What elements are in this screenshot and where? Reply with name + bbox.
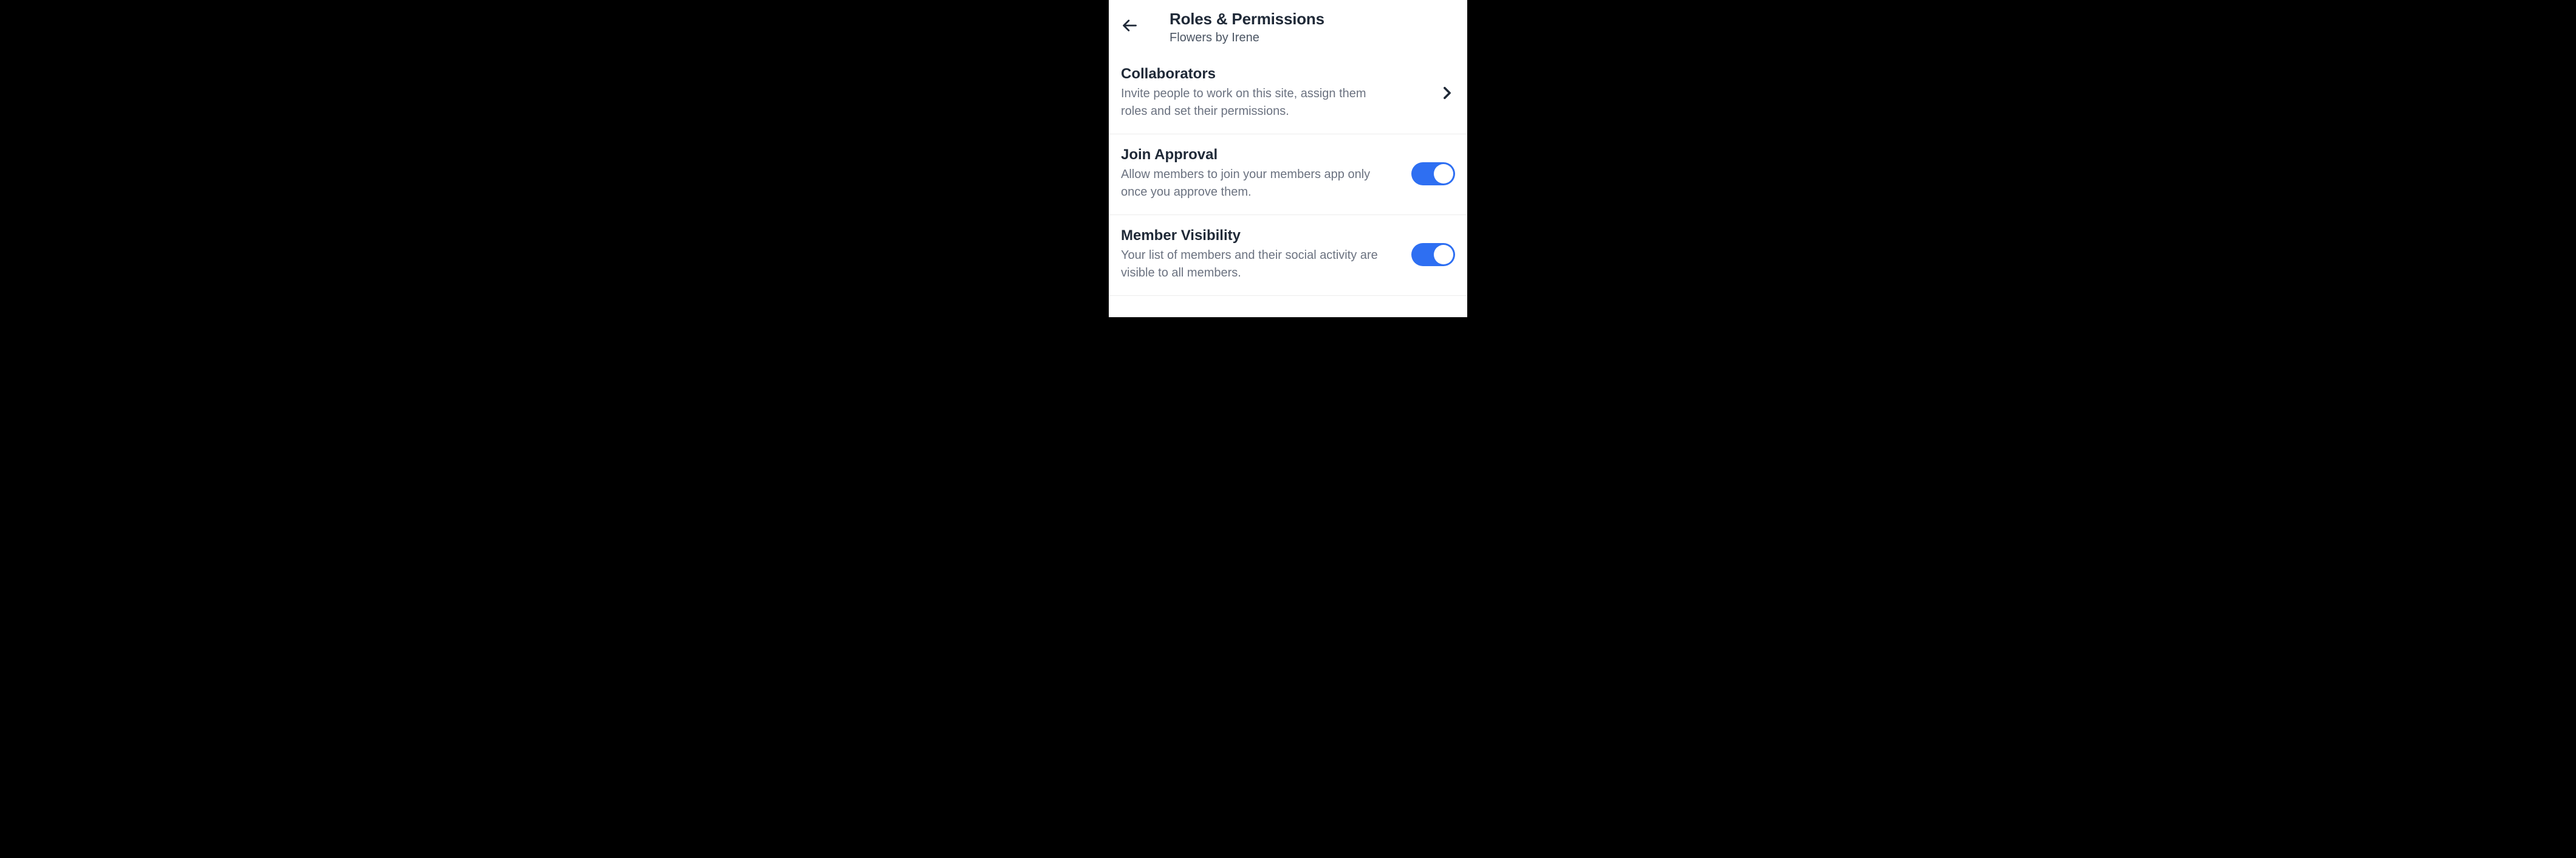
member-visibility-desc: Your list of members and their social ac… — [1121, 247, 1382, 282]
arrow-left-icon — [1121, 17, 1138, 34]
toggle-knob — [1434, 164, 1453, 184]
header-titles: Roles & Permissions Flowers by Irene — [1170, 10, 1324, 45]
member-visibility-title: Member Visibility — [1121, 227, 1402, 244]
join-approval-row: Join Approval Allow members to join your… — [1109, 134, 1467, 215]
header: Roles & Permissions Flowers by Irene — [1109, 5, 1467, 53]
roles-permissions-panel: Roles & Permissions Flowers by Irene Col… — [1109, 0, 1467, 317]
join-approval-desc: Allow members to join your members app o… — [1121, 166, 1382, 201]
collaborators-title: Collaborators — [1121, 66, 1433, 83]
collaborators-row[interactable]: Collaborators Invite people to work on t… — [1109, 53, 1467, 134]
page-title: Roles & Permissions — [1170, 10, 1324, 29]
member-visibility-text: Member Visibility Your list of members a… — [1121, 227, 1402, 282]
page-subtitle: Flowers by Irene — [1170, 31, 1324, 45]
collaborators-desc: Invite people to work on this site, assi… — [1121, 85, 1382, 120]
join-approval-text: Join Approval Allow members to join your… — [1121, 146, 1402, 201]
toggle-knob — [1434, 245, 1453, 264]
back-button[interactable] — [1121, 13, 1145, 38]
member-visibility-toggle[interactable] — [1411, 243, 1455, 266]
collaborators-text: Collaborators Invite people to work on t… — [1121, 66, 1433, 120]
member-visibility-row: Member Visibility Your list of members a… — [1109, 215, 1467, 296]
join-approval-toggle[interactable] — [1411, 162, 1455, 185]
join-approval-title: Join Approval — [1121, 146, 1402, 163]
chevron-right-icon — [1443, 86, 1455, 100]
